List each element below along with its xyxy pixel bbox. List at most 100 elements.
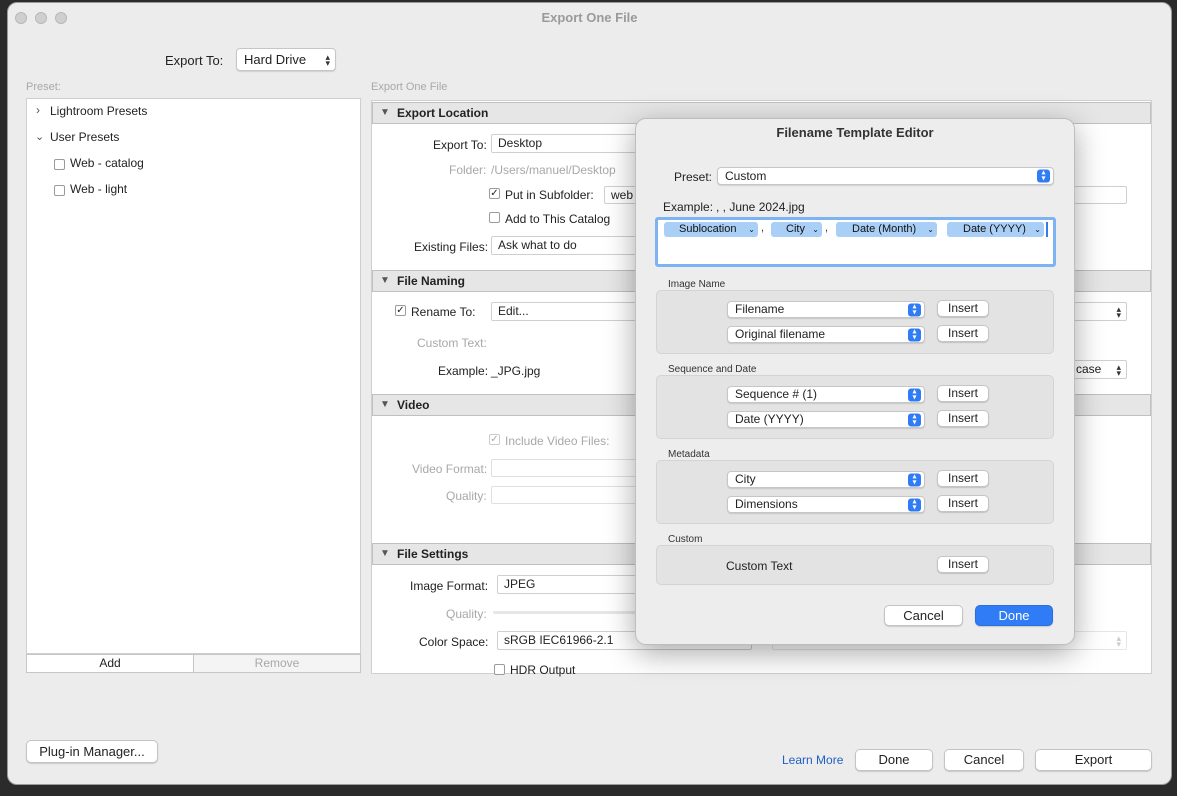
insert-dimensions-button[interactable]: Insert <box>937 495 989 512</box>
learn-more-link[interactable]: Learn More <box>782 753 843 767</box>
location-export-to-select[interactable]: Desktop <box>491 134 641 153</box>
insert-city-button[interactable]: Insert <box>937 470 989 487</box>
section-title: Video <box>397 398 430 412</box>
section-title: File Naming <box>397 274 466 288</box>
dialog-preset-label: Preset: <box>674 170 713 184</box>
rename-select[interactable]: Edit... <box>491 302 641 321</box>
rename-label: Rename To: <box>411 305 476 319</box>
include-video-label: Include Video Files: <box>505 434 610 448</box>
naming-example-label: Example: <box>438 364 489 378</box>
updown-chevron-icon: ▴ ▾ <box>908 497 921 511</box>
insert-sequence-button[interactable]: Insert <box>937 385 989 402</box>
export-button[interactable]: Export <box>1035 749 1152 771</box>
location-export-to-label: Export To: <box>433 138 487 152</box>
metadata-select-1[interactable]: City ▴ ▾ <box>727 471 925 488</box>
add-preset-button[interactable]: Add <box>26 654 194 673</box>
folder-label: Folder: <box>449 163 487 177</box>
video-format-label: Video Format: <box>412 462 488 476</box>
disclosure-triangle-icon: ▼ <box>380 399 390 410</box>
remove-preset-button[interactable]: Remove <box>193 654 361 673</box>
image-name-select-1[interactable]: Filename ▴ ▾ <box>727 301 925 318</box>
token-label: Sublocation <box>679 223 737 235</box>
hdr-label: HDR Output <box>510 663 576 677</box>
disclosure-triangle-icon: ▼ <box>380 548 390 559</box>
updown-chevron-icon: ▴ ▾ <box>1037 168 1050 183</box>
updown-chevron-icon: ▴ ▾ <box>1116 361 1121 378</box>
preset-group-lightroom[interactable]: Lightroom Presets <box>50 104 147 118</box>
cancel-button[interactable]: Cancel <box>944 749 1024 771</box>
dialog-done-button[interactable]: Done <box>975 605 1053 626</box>
image-format-select[interactable]: JPEG <box>497 575 641 594</box>
dialog-cancel-button[interactable]: Cancel <box>884 605 963 626</box>
add-catalog-label: Add to This Catalog <box>505 212 611 226</box>
preset-item-web-catalog[interactable]: Web - catalog <box>70 156 144 170</box>
subfolder-checkbox[interactable]: ✓ <box>489 188 500 199</box>
select-value: Original filename <box>735 327 826 341</box>
token-label: City <box>786 223 805 235</box>
text-caret <box>1046 222 1048 237</box>
video-quality-select[interactable] <box>491 486 641 504</box>
rename-select-right[interactable]: ▴ ▾ <box>1070 302 1127 321</box>
add-catalog-checkbox[interactable] <box>489 212 500 223</box>
insert-original-filename-button[interactable]: Insert <box>937 325 989 342</box>
dialog-example-label: Example: <box>663 200 714 214</box>
minimize-window-icon[interactable] <box>35 12 47 24</box>
date-select[interactable]: Date (YYYY) ▴ ▾ <box>727 411 925 428</box>
insert-custom-text-button[interactable]: Insert <box>937 556 989 573</box>
token-city[interactable]: City ⌄ <box>771 222 822 237</box>
done-button[interactable]: Done <box>855 749 933 771</box>
image-name-select-2[interactable]: Original filename ▴ ▾ <box>727 326 925 343</box>
chevron-right-icon[interactable]: › <box>36 103 40 117</box>
close-window-icon[interactable] <box>15 12 27 24</box>
subfolder-input-right[interactable] <box>1070 186 1127 204</box>
web-light-checkbox[interactable] <box>54 185 65 196</box>
token-sublocation[interactable]: Sublocation ⌄ <box>664 222 758 237</box>
naming-example-value: _JPG.jpg <box>491 364 541 378</box>
disclosure-triangle-icon: ▼ <box>380 275 390 286</box>
custom-group <box>656 545 1054 585</box>
preset-item-web-light[interactable]: Web - light <box>70 182 127 196</box>
insert-filename-button[interactable]: Insert <box>937 300 989 317</box>
custom-text-label: Custom Text: <box>417 336 487 350</box>
metadata-group-label: Metadata <box>668 449 710 460</box>
chevron-down-icon[interactable]: ⌄ <box>35 130 44 143</box>
token-date-month[interactable]: Date (Month) ⌄ <box>836 222 937 237</box>
chevron-down-icon: ⌄ <box>748 225 755 234</box>
quality-label: Quality: <box>446 607 487 621</box>
metadata-select-2[interactable]: Dimensions ▴ ▾ <box>727 496 925 513</box>
export-to-value: Hard Drive <box>244 52 307 67</box>
quality-slider[interactable] <box>493 611 638 614</box>
zoom-window-icon[interactable] <box>55 12 67 24</box>
updown-chevron-icon: ▴ ▾ <box>325 51 330 68</box>
web-catalog-checkbox[interactable] <box>54 159 65 170</box>
image-name-group-label: Image Name <box>668 279 726 290</box>
video-format-select[interactable] <box>491 459 641 477</box>
plugin-manager-button[interactable]: Plug-in Manager... <box>26 740 158 763</box>
filename-template-editor-dialog: Filename Template Editor Preset: Custom … <box>635 118 1075 645</box>
select-value: Filename <box>735 302 785 316</box>
dialog-title: Filename Template Editor <box>776 125 934 140</box>
breadcrumb: Export One File <box>371 81 448 93</box>
updown-chevron-icon: ▴ ▾ <box>1116 303 1121 320</box>
insert-date-button[interactable]: Insert <box>937 410 989 427</box>
token-date-yyyy[interactable]: Date (YYYY) ⌄ <box>947 222 1044 237</box>
hdr-checkbox[interactable] <box>494 664 505 675</box>
chevron-down-icon: ⌄ <box>1034 225 1041 234</box>
rename-checkbox[interactable]: ✓ <box>395 305 406 316</box>
dialog-preset-value: Custom <box>725 169 767 183</box>
chevron-down-icon: ⌄ <box>927 225 934 234</box>
existing-files-select[interactable]: Ask what to do <box>491 236 641 255</box>
sequence-select[interactable]: Sequence # (1) ▴ ▾ <box>727 386 925 403</box>
include-video-checkbox[interactable]: ✓ <box>489 434 500 445</box>
section-title: Export Location <box>397 106 489 120</box>
dialog-preset-select[interactable]: Custom ▴ ▾ <box>717 167 1054 185</box>
updown-chevron-icon: ▴ ▾ <box>908 387 921 401</box>
updown-chevron-icon: ▴ ▾ <box>908 302 921 316</box>
case-select[interactable]: case ▴ ▾ <box>1070 360 1127 379</box>
select-value: Dimensions <box>735 497 798 511</box>
custom-text-label: Custom Text <box>726 559 793 573</box>
preset-group-user[interactable]: User Presets <box>50 130 119 144</box>
export-to-select[interactable]: Hard Drive ▴ ▾ <box>236 48 336 71</box>
export-to-label: Export To: <box>165 53 224 68</box>
sequence-date-group <box>656 375 1054 439</box>
